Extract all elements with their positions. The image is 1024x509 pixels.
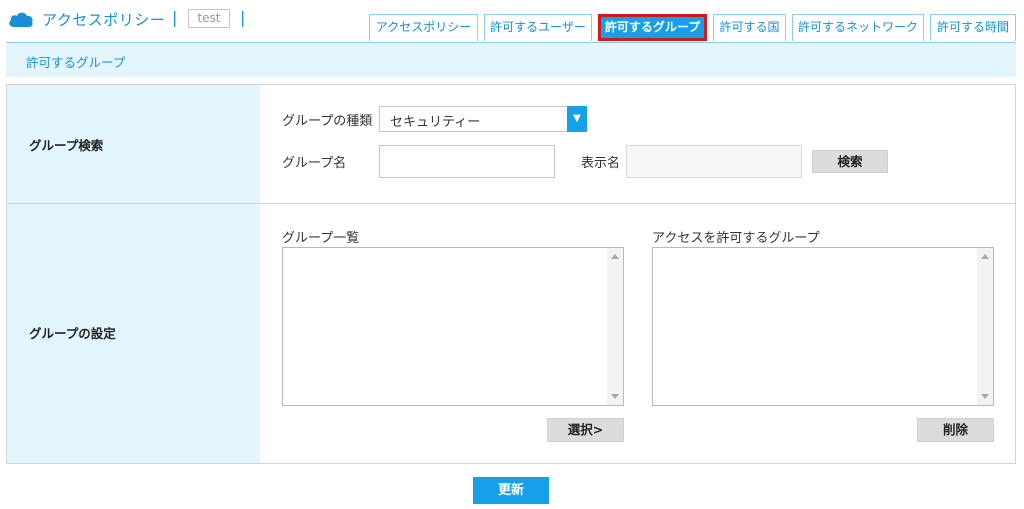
- scroll-down-icon[interactable]: [611, 394, 619, 399]
- tab-allowed-times[interactable]: 許可する時間: [930, 14, 1016, 41]
- tab-allowed-groups[interactable]: 許可するグループ: [598, 14, 707, 41]
- display-name-label: 表示名: [581, 156, 621, 171]
- tab-allowed-users[interactable]: 許可するユーザー: [484, 14, 592, 41]
- group-name-label: グループ名: [282, 156, 347, 171]
- group-list-scrollbar[interactable]: [607, 248, 623, 405]
- group-list-label: グループ一覧: [282, 231, 360, 246]
- group-type-value: セキュリティー: [390, 115, 481, 130]
- allowed-groups-label: アクセスを許可するグループ: [652, 231, 820, 246]
- group-type-select[interactable]: セキュリティー ▼: [379, 106, 587, 132]
- select-button[interactable]: 選択>: [547, 418, 624, 442]
- update-button[interactable]: 更新: [473, 477, 549, 504]
- scroll-up-icon[interactable]: [611, 254, 619, 259]
- chevron-down-icon[interactable]: ▼: [567, 106, 587, 132]
- group-type-label: グループの種類: [282, 114, 373, 129]
- header: アクセスポリシー | test | アクセスポリシー 許可するユーザー 許可する…: [0, 0, 1024, 42]
- scroll-up-icon[interactable]: [981, 254, 989, 259]
- group-settings-label-cell: グループの設定: [7, 204, 260, 463]
- tab-bar: アクセスポリシー 許可するユーザー 許可するグループ 許可する国 許可するネット…: [0, 14, 1024, 42]
- search-button[interactable]: 検索: [812, 150, 888, 173]
- group-name-input[interactable]: [379, 145, 555, 178]
- tab-allowed-networks[interactable]: 許可するネットワーク: [792, 14, 924, 41]
- delete-button[interactable]: 削除: [917, 418, 994, 442]
- tab-allowed-countries[interactable]: 許可する国: [713, 14, 786, 41]
- tab-access-policy[interactable]: アクセスポリシー: [369, 14, 478, 41]
- settings-panel: グループ検索 グループの設定 グループの種類 セキュリティー ▼ グループ名 表…: [6, 84, 1016, 464]
- scroll-down-icon[interactable]: [981, 394, 989, 399]
- group-search-label-cell: グループ検索: [7, 85, 260, 203]
- section-header: 許可するグループ: [6, 42, 1016, 77]
- allowed-groups-scrollbar[interactable]: [977, 248, 993, 405]
- section-title: 許可するグループ: [26, 55, 126, 70]
- group-settings-label: グループの設定: [29, 326, 116, 341]
- group-list[interactable]: [282, 247, 624, 406]
- display-name-input[interactable]: [626, 145, 802, 178]
- group-search-label: グループ検索: [29, 138, 104, 153]
- allowed-groups-list[interactable]: [652, 247, 994, 406]
